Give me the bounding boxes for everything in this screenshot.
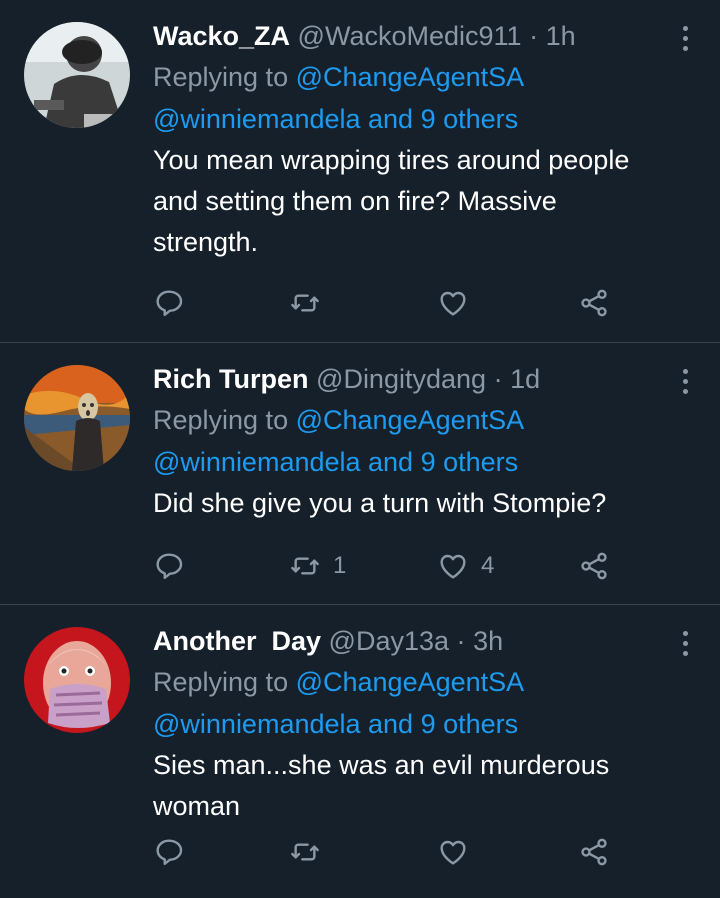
replying-others-link[interactable]: @winniemandela and 9 others — [153, 709, 518, 739]
replying-link[interactable]: @ChangeAgentSA — [296, 667, 525, 697]
tweet-header: Another Day @Day13a · 3h — [153, 621, 660, 661]
replying-to: Replying to @ChangeAgentSA @winniemandel… — [153, 399, 660, 483]
retweet-count: 1 — [333, 552, 347, 579]
replying-prefix: Replying to — [153, 667, 296, 697]
heart-icon — [440, 840, 466, 865]
tweet-header: Wacko_ZA @WackoMedic911 · 1h — [153, 16, 660, 56]
reply-icon — [156, 839, 183, 866]
replying-prefix: Replying to — [153, 62, 296, 92]
tweet-text: Did she give you a turn with Stompie? — [153, 488, 607, 518]
share-icon — [581, 289, 607, 317]
tweet[interactable]: Another Day @Day13a · 3h Replying to @Ch… — [0, 605, 720, 898]
tweet-header: Rich Turpen @Dingitydang · 1d — [153, 359, 660, 399]
separator: · — [493, 364, 503, 394]
reply-icon — [156, 553, 183, 580]
like-button[interactable] — [437, 283, 481, 323]
more-options-icon[interactable] — [680, 631, 690, 661]
heart-icon — [440, 291, 466, 316]
retweet-icon — [291, 557, 319, 575]
tweet-actions: 1 4 — [153, 546, 620, 586]
share-button[interactable] — [578, 546, 610, 586]
reply-button[interactable] — [153, 832, 185, 872]
share-button[interactable] — [578, 832, 610, 872]
timestamp[interactable]: 3h — [473, 626, 503, 656]
tweet[interactable]: Rich Turpen @Dingitydang · 1d Replying t… — [0, 343, 720, 605]
separator: · — [529, 21, 539, 51]
replying-others-link[interactable]: @winniemandela and 9 others — [153, 447, 518, 477]
share-icon — [581, 552, 607, 580]
tweet[interactable]: Wacko_ZA @WackoMedic911 · 1h Replying to… — [0, 0, 720, 343]
reply-button[interactable] — [153, 283, 185, 323]
avatar[interactable] — [24, 365, 130, 471]
replying-link[interactable]: @ChangeAgentSA — [296, 405, 525, 435]
display-name[interactable]: Rich Turpen — [153, 364, 309, 394]
user-handle[interactable]: @WackoMedic911 — [298, 21, 522, 51]
retweet-button[interactable] — [289, 832, 333, 872]
timestamp[interactable]: 1h — [546, 21, 576, 51]
replying-to: Replying to @ChangeAgentSA @winniemandel… — [153, 661, 660, 745]
retweet-button[interactable]: 1 — [289, 546, 346, 586]
more-options-icon[interactable] — [680, 369, 690, 399]
tweet-actions — [153, 832, 620, 872]
tweet-text: Sies man...she was an evil murderous wom… — [153, 750, 610, 821]
avatar[interactable] — [24, 22, 130, 128]
share-button[interactable] — [578, 283, 610, 323]
replying-prefix: Replying to — [153, 405, 296, 435]
avatar[interactable] — [24, 627, 130, 733]
replying-others-link[interactable]: @winniemandela and 9 others — [153, 104, 518, 134]
separator: · — [456, 626, 466, 656]
retweet-icon — [291, 843, 319, 861]
user-handle[interactable]: @Dingitydang — [316, 364, 486, 394]
tweet-actions — [153, 283, 620, 323]
like-button[interactable]: 4 — [437, 546, 494, 586]
replying-link[interactable]: @ChangeAgentSA — [296, 62, 525, 92]
more-options-icon[interactable] — [680, 26, 690, 56]
replying-to: Replying to @ChangeAgentSA @winniemandel… — [153, 56, 660, 140]
timestamp[interactable]: 1d — [510, 364, 540, 394]
display-name[interactable]: Another Day — [153, 626, 321, 656]
like-count: 4 — [481, 552, 495, 579]
reply-icon — [156, 290, 183, 317]
display-name[interactable]: Wacko_ZA — [153, 21, 290, 51]
heart-icon — [440, 554, 466, 579]
like-button[interactable] — [437, 832, 481, 872]
share-icon — [581, 838, 607, 866]
reply-button[interactable] — [153, 546, 185, 586]
retweet-icon — [291, 294, 319, 312]
user-handle[interactable]: @Day13a — [329, 626, 449, 656]
retweet-button[interactable] — [289, 283, 333, 323]
tweet-text: You mean wrapping tires around people an… — [153, 145, 630, 257]
